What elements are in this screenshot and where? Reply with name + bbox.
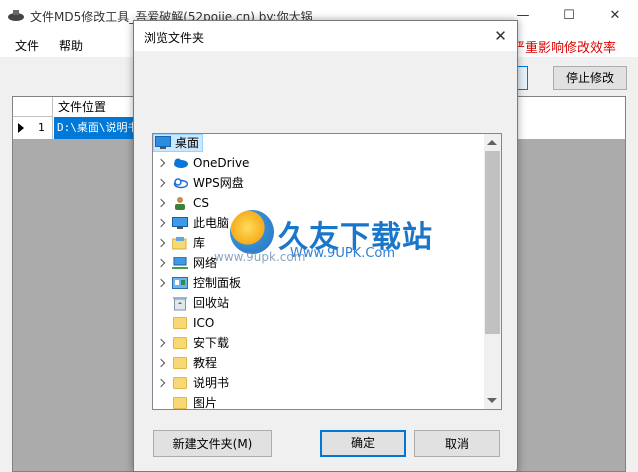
library-icon bbox=[172, 237, 187, 250]
tree-label: WPS网盘 bbox=[193, 176, 244, 190]
cloud-outline-icon bbox=[173, 178, 188, 189]
scroll-down-icon[interactable] bbox=[487, 398, 497, 403]
cancel-button[interactable]: 取消 bbox=[414, 430, 500, 457]
watermark-url: www.9upk.com bbox=[214, 250, 306, 264]
tree-item-onedrive[interactable]: OneDrive bbox=[153, 153, 483, 173]
folder-icon bbox=[173, 397, 187, 409]
tree-item-downloads[interactable]: 安下载 bbox=[153, 333, 483, 353]
tree-item-desktop[interactable]: 桌面 bbox=[153, 133, 483, 153]
watermark-logo bbox=[230, 210, 274, 254]
dialog-close-button[interactable]: ✕ bbox=[484, 21, 517, 51]
chevron-right-icon[interactable] bbox=[156, 258, 166, 268]
tree-item-pictures[interactable]: 图片 bbox=[153, 393, 483, 409]
tree-label: 库 bbox=[193, 236, 206, 250]
tree-label: 教程 bbox=[193, 356, 218, 370]
chevron-right-icon[interactable] bbox=[156, 178, 166, 188]
desktop-icon bbox=[155, 136, 171, 149]
chevron-right-icon[interactable] bbox=[156, 218, 166, 228]
scrollbar-thumb[interactable] bbox=[485, 151, 500, 334]
chevron-right-icon[interactable] bbox=[156, 238, 166, 248]
watermark-domain: Www.9UPK.Com bbox=[290, 246, 396, 261]
tree-item-recycle-bin[interactable]: 回收站 bbox=[153, 293, 483, 313]
stop-modify-button[interactable]: 停止修改 bbox=[553, 66, 627, 90]
resize-grip-icon[interactable] bbox=[512, 462, 522, 472]
tree-item-cs[interactable]: CS bbox=[153, 193, 483, 213]
network-icon bbox=[172, 257, 188, 269]
tree-item-control-panel[interactable]: 控制面板 bbox=[153, 273, 483, 293]
tree-label: 说明书 bbox=[193, 376, 230, 390]
folder-icon bbox=[173, 377, 187, 389]
tree-item-wps[interactable]: WPS网盘 bbox=[153, 173, 483, 193]
tree-label: 控制面板 bbox=[193, 276, 242, 290]
scroll-up-icon[interactable] bbox=[487, 140, 497, 145]
menu-help[interactable]: 帮助 bbox=[59, 37, 83, 54]
cloud-icon bbox=[174, 158, 188, 168]
chevron-right-icon[interactable] bbox=[156, 278, 166, 288]
tree-label: 安下载 bbox=[193, 336, 230, 350]
chevron-right-icon[interactable] bbox=[156, 158, 166, 168]
folder-icon bbox=[173, 337, 187, 349]
tree-label: CS bbox=[193, 196, 209, 210]
warning-notice: 严重影响修改效率 bbox=[512, 41, 617, 56]
column-header-file-location[interactable]: 文件位置 bbox=[58, 98, 106, 115]
grid-corner bbox=[13, 97, 53, 117]
chevron-right-icon[interactable] bbox=[156, 338, 166, 348]
tree-label: OneDrive bbox=[193, 156, 250, 170]
maximize-button[interactable]: ☐ bbox=[546, 0, 592, 31]
dialog-title: 浏览文件夹 bbox=[144, 31, 205, 45]
tree-label: 桌面 bbox=[175, 136, 200, 150]
menu-file[interactable]: 文件 bbox=[15, 37, 39, 54]
new-folder-button[interactable]: 新建文件夹(M) bbox=[153, 430, 272, 457]
tree-label: 此电脑 bbox=[193, 216, 230, 230]
ok-button[interactable]: 确定 bbox=[320, 430, 406, 457]
tree-item-manual[interactable]: 说明书 bbox=[153, 373, 483, 393]
chevron-right-icon[interactable] bbox=[156, 378, 166, 388]
user-icon bbox=[175, 197, 185, 210]
computer-icon bbox=[172, 217, 188, 229]
chevron-right-icon[interactable] bbox=[156, 358, 166, 368]
row-index: 1 bbox=[38, 121, 45, 134]
close-button[interactable]: ✕ bbox=[592, 0, 638, 31]
tree-item-tutorial[interactable]: 教程 bbox=[153, 353, 483, 373]
file-path-cell[interactable]: D:\桌面\说明书 bbox=[54, 117, 134, 139]
tree-item-ico[interactable]: ICO bbox=[153, 313, 483, 333]
tree-label: ICO bbox=[193, 316, 215, 330]
folder-icon bbox=[173, 357, 187, 369]
app-icon bbox=[8, 10, 24, 21]
recycle-bin-icon bbox=[173, 297, 187, 311]
tree-label: 回收站 bbox=[193, 296, 230, 310]
folder-icon bbox=[173, 317, 187, 329]
current-row-arrow-icon bbox=[18, 123, 24, 133]
chevron-right-icon[interactable] bbox=[156, 198, 166, 208]
tree-label: 图片 bbox=[193, 396, 218, 409]
control-panel-icon bbox=[172, 277, 188, 289]
